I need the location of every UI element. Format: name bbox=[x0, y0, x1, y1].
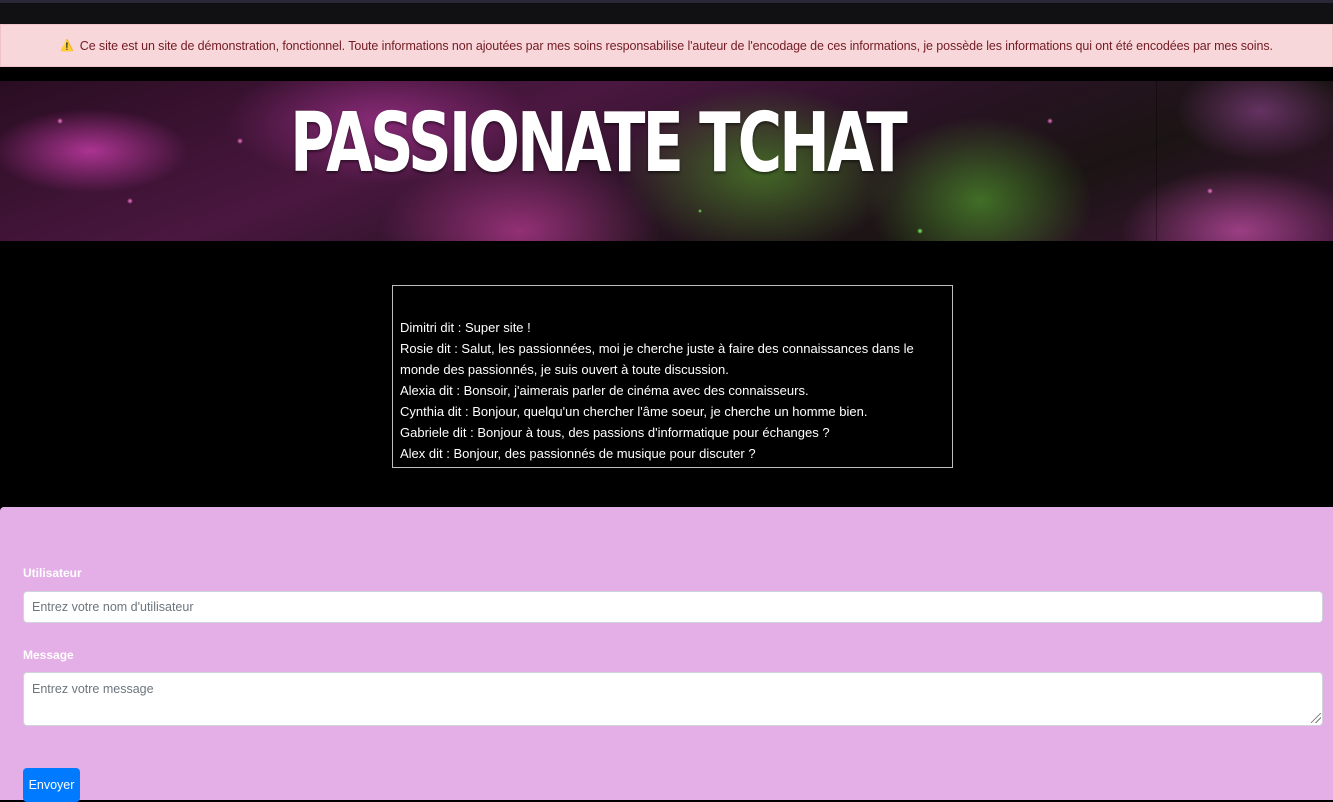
chat-message: Gabriele dit : Bonjour à tous, des passi… bbox=[400, 425, 830, 440]
top-bar bbox=[0, 0, 1333, 24]
chat-messages-box: Dimitri dit : Super site ! Rosie dit : S… bbox=[392, 285, 953, 468]
alert-text: Ce site est un site de démonstration, fo… bbox=[79, 38, 1273, 53]
demo-warning-alert: ⚠️ Ce site est un site de démonstration,… bbox=[0, 24, 1333, 67]
chat-area: Dimitri dit : Super site ! Rosie dit : S… bbox=[0, 241, 1333, 507]
chat-message: Dimitri dit : Super site ! bbox=[400, 320, 531, 335]
chat-message: Alex dit : Bonjour, des passionnés de mu… bbox=[400, 446, 756, 461]
banner-seam bbox=[1156, 81, 1157, 241]
send-button[interactable]: Envoyer bbox=[23, 768, 80, 802]
message-form bbox=[0, 507, 1333, 800]
message-label: Message bbox=[23, 648, 74, 662]
chat-message: Cynthia dit : Bonjour, quelqu'un cherche… bbox=[400, 404, 868, 419]
username-label: Utilisateur bbox=[23, 566, 82, 580]
site-title: PASSIONATE TCHAT bbox=[290, 96, 908, 191]
textarea-resize-handle-icon[interactable] bbox=[1311, 713, 1321, 723]
message-textarea[interactable] bbox=[23, 672, 1323, 726]
warning-icon: ⚠️ bbox=[60, 40, 74, 52]
chat-message: Alexia dit : Bonsoir, j'aimerais parler … bbox=[400, 383, 809, 398]
header-banner: PASSIONATE TCHAT bbox=[0, 81, 1333, 241]
username-input[interactable] bbox=[23, 591, 1323, 623]
chat-message: Rosie dit : Salut, les passionnées, moi … bbox=[400, 341, 914, 377]
